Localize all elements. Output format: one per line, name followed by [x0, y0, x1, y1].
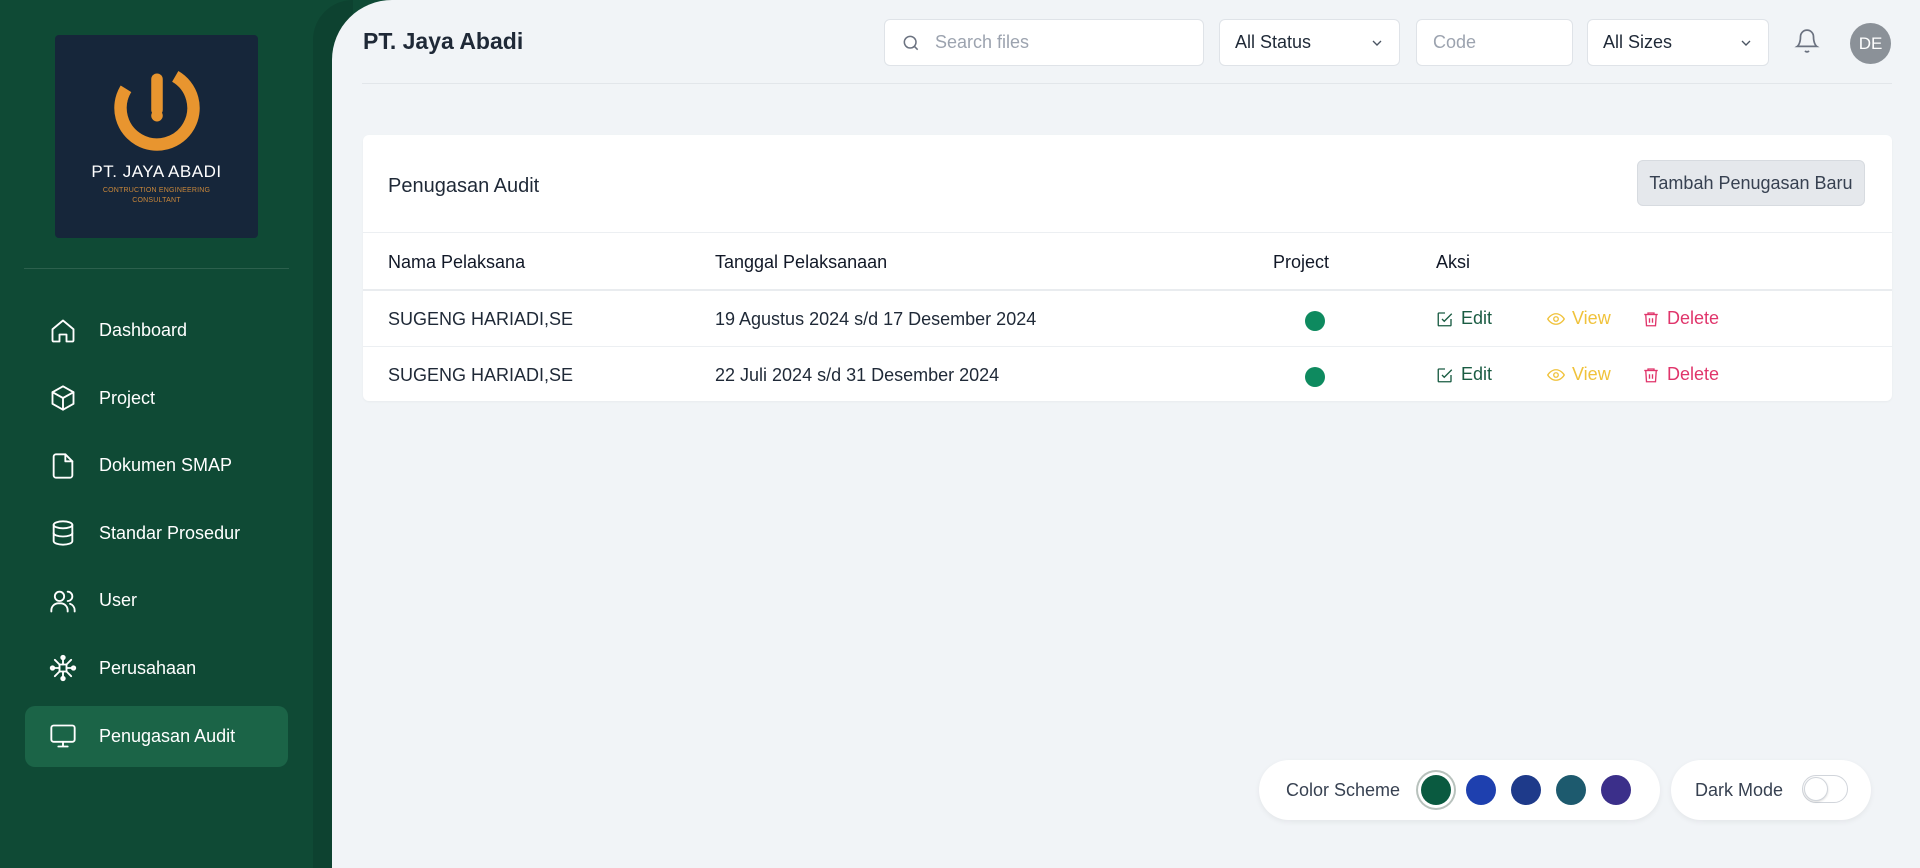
sidebar-item-label: Standar Prosedur: [99, 522, 241, 543]
project-status-dot: [1305, 367, 1325, 387]
sidebar-nav: Dashboard Project Dokumen SMAP Standar P…: [25, 300, 288, 773]
sidebar-item-label: Dokumen SMAP: [99, 455, 233, 476]
monitor-icon: [49, 722, 77, 750]
sidebar-divider: [24, 268, 289, 269]
color-swatch-navy[interactable]: [1511, 775, 1541, 805]
trash-icon: [1644, 367, 1658, 382]
delete-button[interactable]: Delete: [1642, 308, 1719, 329]
sidebar-item-label: Penugasan Audit: [99, 725, 236, 746]
topbar: PT. Jaya Abadi All Status All Sizes DE: [332, 0, 1920, 84]
view-button[interactable]: View: [1547, 364, 1611, 385]
view-button[interactable]: View: [1547, 308, 1611, 329]
delete-label: Delete: [1667, 364, 1720, 384]
color-swatch-blue[interactable]: [1466, 775, 1496, 805]
view-label: View: [1572, 364, 1611, 384]
cube-icon: [49, 384, 77, 412]
page-title: PT. Jaya Abadi: [363, 28, 524, 54]
network-icon: [49, 654, 77, 682]
sidebar-item-user[interactable]: User: [25, 570, 288, 631]
column-header-nama: Nama Pelaksana: [388, 252, 526, 272]
eye-icon: [1547, 312, 1565, 325]
sidebar-item-perusahaan[interactable]: Perusahaan: [25, 638, 288, 699]
view-label: View: [1572, 308, 1611, 328]
card-title: Penugasan Audit: [388, 175, 540, 197]
dark-mode-panel: Dark Mode: [1671, 760, 1871, 820]
logo-title: PT. JAYA ABADI: [91, 161, 222, 181]
color-swatch-teal[interactable]: [1556, 775, 1586, 805]
notification-bell-icon[interactable]: [1794, 28, 1820, 54]
table-row: SUGENG HARIADI,SE 19 Agustus 2024 s/d 17…: [363, 291, 1892, 347]
edit-label: Edit: [1461, 364, 1493, 384]
document-icon: [49, 452, 77, 480]
chevron-down-icon: [1369, 35, 1385, 51]
search-icon: [903, 35, 919, 50]
search-input[interactable]: [935, 32, 1185, 53]
cell-tanggal: 19 Agustus 2024 s/d 17 Desember 2024: [715, 309, 1037, 329]
users-icon: [49, 587, 77, 615]
color-swatch-indigo[interactable]: [1601, 775, 1631, 805]
main-content: PT. Jaya Abadi All Status All Sizes DE P…: [332, 0, 1920, 868]
cell-nama: SUGENG HARIADI,SE: [388, 365, 574, 385]
dark-mode-label: Dark Mode: [1695, 780, 1784, 800]
edit-button[interactable]: Edit: [1436, 308, 1492, 329]
status-filter-value: All Status: [1235, 32, 1312, 52]
audit-assignment-card: Penugasan Audit Tambah Penugasan Baru Na…: [363, 135, 1892, 401]
sidebar-item-standar-prosedur[interactable]: Standar Prosedur: [25, 503, 288, 564]
database-icon: [49, 519, 77, 547]
trash-icon: [1644, 311, 1658, 326]
jaya-abadi-logo-icon: [113, 64, 200, 151]
column-header-aksi: Aksi: [1436, 252, 1471, 272]
cell-nama: SUGENG HARIADI,SE: [388, 309, 574, 329]
size-filter-value: All Sizes: [1603, 32, 1673, 52]
sidebar-item-label: Dashboard: [99, 320, 188, 340]
color-swatch-green[interactable]: [1421, 775, 1451, 805]
home-icon: [49, 317, 77, 345]
sidebar-item-penugasan-audit[interactable]: Penugasan Audit: [25, 705, 288, 767]
status-filter-select[interactable]: All Status: [1219, 19, 1400, 66]
eye-icon: [1547, 368, 1565, 381]
edit-button[interactable]: Edit: [1436, 364, 1492, 385]
color-scheme-label: Color Scheme: [1286, 780, 1401, 800]
logo-subtitle: CONTRUCTION ENGINEERING CONSULTANT: [102, 186, 211, 204]
column-header-tanggal: Tanggal Pelaksanaan: [715, 252, 888, 272]
sidebar-item-label: Project: [99, 387, 156, 408]
edit-icon: [1437, 311, 1453, 326]
sidebar-item-label: User: [99, 590, 138, 611]
chevron-down-icon: [1738, 35, 1754, 51]
sidebar-item-label: Perusahaan: [99, 657, 197, 678]
color-scheme-picker: Color Scheme: [1259, 760, 1660, 820]
search-box[interactable]: [884, 19, 1204, 66]
topbar-divider: [362, 83, 1892, 84]
toggle-knob: [1804, 777, 1828, 801]
avatar[interactable]: DE: [1850, 23, 1891, 64]
sidebar-item-dashboard[interactable]: Dashboard: [25, 300, 288, 361]
sidebar: PT. JAYA ABADI CONTRUCTION ENGINEERING C…: [0, 0, 332, 868]
project-status-dot: [1305, 311, 1325, 331]
dark-mode-toggle[interactable]: [1802, 775, 1848, 803]
size-filter-select[interactable]: All Sizes: [1587, 19, 1769, 66]
delete-label: Delete: [1667, 308, 1720, 328]
company-logo[interactable]: PT. JAYA ABADI CONTRUCTION ENGINEERING C…: [55, 35, 258, 238]
table-header: Nama Pelaksana Tanggal Pelaksanaan Proje…: [363, 233, 1892, 289]
add-assignment-button[interactable]: Tambah Penugasan Baru: [1637, 160, 1865, 206]
table-row: SUGENG HARIADI,SE 22 Juli 2024 s/d 31 De…: [363, 347, 1892, 403]
code-input[interactable]: [1416, 19, 1573, 66]
edit-icon: [1437, 367, 1453, 382]
cell-tanggal: 22 Juli 2024 s/d 31 Desember 2024: [715, 365, 1000, 385]
sidebar-item-project[interactable]: Project: [25, 368, 288, 429]
column-header-project: Project: [1273, 252, 1330, 272]
sidebar-item-dokumen-smap[interactable]: Dokumen SMAP: [25, 435, 288, 496]
delete-button[interactable]: Delete: [1642, 364, 1719, 385]
edit-label: Edit: [1461, 308, 1493, 328]
